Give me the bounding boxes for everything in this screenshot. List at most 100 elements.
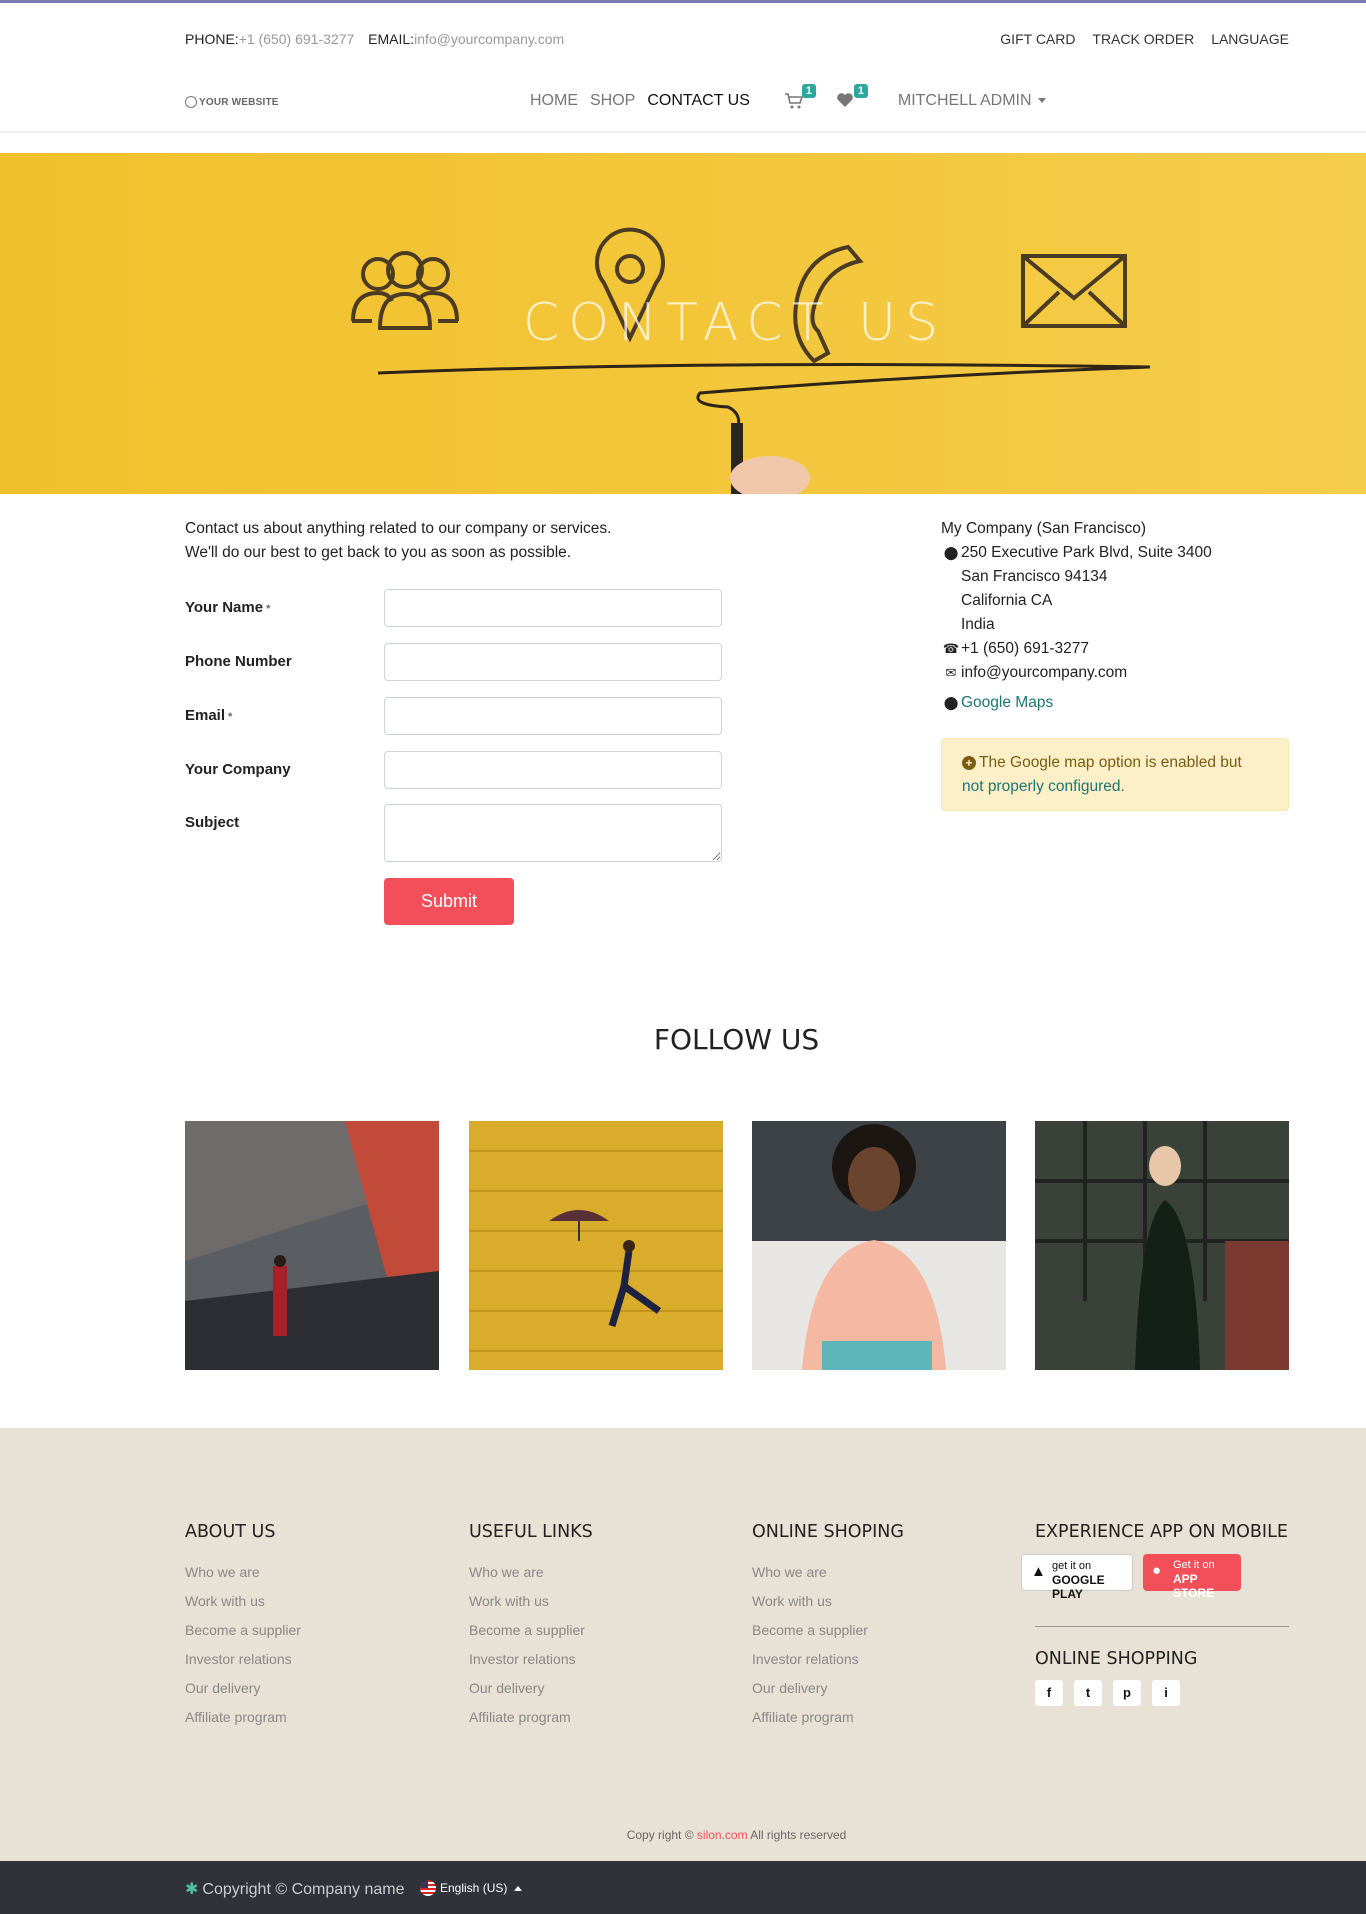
app-store-big: APP STORE xyxy=(1173,1572,1215,1600)
footer-col-useful: USEFUL LINKS Who we are Work with us Bec… xyxy=(469,1522,719,1738)
google-play-button[interactable]: ▲ get it on GOOGLE PLAY xyxy=(1021,1554,1133,1601)
google-maps-link[interactable]: Google Maps xyxy=(961,691,1053,715)
pen-stroke xyxy=(377,363,1151,436)
footer-link[interactable]: Our delivery xyxy=(469,1680,719,1709)
company-name: My Company (San Francisco) xyxy=(941,520,1147,537)
track-order-link[interactable]: TRACK ORDER xyxy=(1092,31,1194,47)
footer-link[interactable]: Investor relations xyxy=(469,1651,719,1680)
alert-link[interactable]: not properly configured. xyxy=(962,778,1125,795)
form-row-company: Your Company xyxy=(185,751,725,791)
gallery-photo-4[interactable] xyxy=(1035,1121,1289,1370)
footer-col-title: USEFUL LINKS xyxy=(469,1522,593,1542)
email-label-field: Email * xyxy=(185,707,233,724)
android-icon: ▲ xyxy=(1031,1563,1046,1580)
footer-link[interactable]: Become a supplier xyxy=(752,1622,1002,1651)
top-links: GIFT CARD TRACK ORDER LANGUAGE xyxy=(987,31,1289,47)
map-marker-icon: ⬤ xyxy=(943,545,959,560)
footer-link[interactable]: Become a supplier xyxy=(469,1622,719,1651)
subject-field[interactable] xyxy=(384,804,722,862)
address-city: San Francisco 94134 xyxy=(961,568,1108,585)
gift-card-link[interactable]: GIFT CARD xyxy=(1000,31,1075,47)
contact-info: PHONE:+1 (650) 691-3277 EMAIL:info@yourc… xyxy=(185,31,574,47)
google-play-small: get it on xyxy=(1052,1560,1092,1572)
address-phone: +1 (650) 691-3277 xyxy=(961,640,1089,657)
footer-col-title: ABOUT US xyxy=(185,1522,276,1542)
user-menu[interactable]: MITCHELL ADMIN xyxy=(898,92,1046,110)
copyright-brand-link[interactable]: silon.com xyxy=(697,1828,748,1842)
company-copyright: ✱ Copyright © Company name xyxy=(185,1879,405,1899)
map-marker-icon: ⬤ xyxy=(943,695,959,710)
photo-dress-woman xyxy=(1035,1121,1289,1370)
footer-link[interactable]: Who we are xyxy=(752,1564,1002,1593)
nav-home[interactable]: HOME xyxy=(530,92,578,110)
hero-banner: CONTACT US xyxy=(0,153,1366,494)
language-link[interactable]: LANGUAGE xyxy=(1211,31,1289,47)
footer-link[interactable]: Affiliate program xyxy=(752,1709,1002,1738)
cart-link[interactable]: 1 xyxy=(784,84,816,110)
phone-small-icon: ☎ xyxy=(942,641,960,656)
pinterest-icon[interactable]: p xyxy=(1113,1680,1141,1706)
footer-col-shoping: ONLINE SHOPING Who we are Work with us B… xyxy=(752,1522,1002,1738)
user-name: MITCHELL ADMIN xyxy=(897,92,1032,109)
app-store-button[interactable]: ● Get it on APP STORE xyxy=(1143,1554,1241,1600)
nav-contact-us[interactable]: CONTACT US xyxy=(647,92,750,110)
submit-button[interactable]: Submit xyxy=(384,878,514,925)
footer-link[interactable]: Our delivery xyxy=(185,1680,435,1709)
bug-icon: ✱ xyxy=(185,1881,199,1898)
footer-link[interactable]: Work with us xyxy=(469,1593,719,1622)
alert-text: The Google map option is enabled but xyxy=(979,754,1242,771)
company-address: My Company (San Francisco) ⬤ 250 Executiv… xyxy=(941,517,1291,715)
footer-link[interactable]: Who we are xyxy=(469,1564,719,1593)
footer-col-title: EXPERIENCE APP ON MOBILE xyxy=(1035,1522,1288,1542)
copyright-prefix: Copy right © xyxy=(626,1828,694,1842)
footer-link[interactable]: Become a supplier xyxy=(185,1622,435,1651)
footer-link[interactable]: Who we are xyxy=(185,1564,435,1593)
email-field[interactable] xyxy=(384,697,722,735)
phone-label-field: Phone Number xyxy=(185,653,292,670)
heart-icon xyxy=(837,93,853,107)
company-field[interactable] xyxy=(384,751,722,789)
name-label: Your Name * xyxy=(185,599,271,616)
cart-count-badge: 1 xyxy=(801,84,816,98)
footer-link[interactable]: Investor relations xyxy=(752,1651,1002,1680)
name-field[interactable] xyxy=(384,589,722,627)
footer-link[interactable]: Work with us xyxy=(185,1593,435,1622)
footer-link[interactable]: Work with us xyxy=(752,1593,1002,1622)
photo-smiling-woman xyxy=(752,1121,1006,1370)
nav-shop[interactable]: SHOP xyxy=(590,92,635,110)
subject-label: Subject xyxy=(185,814,240,831)
envelope-small-icon: ✉ xyxy=(945,665,957,680)
twitter-icon[interactable]: t xyxy=(1074,1680,1102,1706)
copyright-suffix: All rights reserved xyxy=(750,1828,847,1842)
language-selector[interactable]: English (US) xyxy=(420,1880,523,1896)
nav-menu: HOME SHOP CONTACT US 1 1 MITCHELL ADMIN xyxy=(530,84,1058,110)
hero-title: CONTACT US xyxy=(522,293,948,353)
footer-link[interactable]: Investor relations xyxy=(185,1651,435,1680)
follow-us-title: FOLLOW US xyxy=(653,1023,820,1056)
gallery-photo-2[interactable] xyxy=(469,1121,723,1370)
email-value: info@yourcompany.com xyxy=(414,31,565,47)
site-logo[interactable]: YOUR WEBSITE xyxy=(185,96,279,108)
gallery-photo-3[interactable] xyxy=(752,1121,1006,1370)
instagram-icon[interactable]: i xyxy=(1152,1680,1180,1706)
google-play-big: GOOGLE PLAY xyxy=(1052,1573,1105,1601)
phone-label: PHONE: xyxy=(185,31,239,47)
company-label: Your Company xyxy=(185,761,291,778)
app-store-small: Get it on xyxy=(1173,1559,1215,1571)
photo-umbrella-jump xyxy=(469,1121,723,1370)
footer-link[interactable]: Our delivery xyxy=(752,1680,1002,1709)
chevron-up-icon xyxy=(514,1885,523,1891)
phone-field[interactable] xyxy=(384,643,722,681)
form-row-name: Your Name * xyxy=(185,589,725,629)
main-navbar: YOUR WEBSITE HOME SHOP CONTACT US 1 1 MI… xyxy=(185,84,1289,118)
gallery-photo-1[interactable] xyxy=(185,1121,439,1370)
facebook-icon[interactable]: f xyxy=(1035,1680,1063,1706)
plus-circle-icon: + xyxy=(962,756,976,770)
address-country: India xyxy=(961,616,995,633)
address-street: 250 Executive Park Blvd, Suite 3400 xyxy=(961,544,1212,561)
footer-divider xyxy=(1035,1626,1289,1627)
wishlist-count-badge: 1 xyxy=(853,84,868,98)
footer-link[interactable]: Affiliate program xyxy=(469,1709,719,1738)
footer-link[interactable]: Affiliate program xyxy=(185,1709,435,1738)
wishlist-link[interactable]: 1 xyxy=(836,84,868,110)
